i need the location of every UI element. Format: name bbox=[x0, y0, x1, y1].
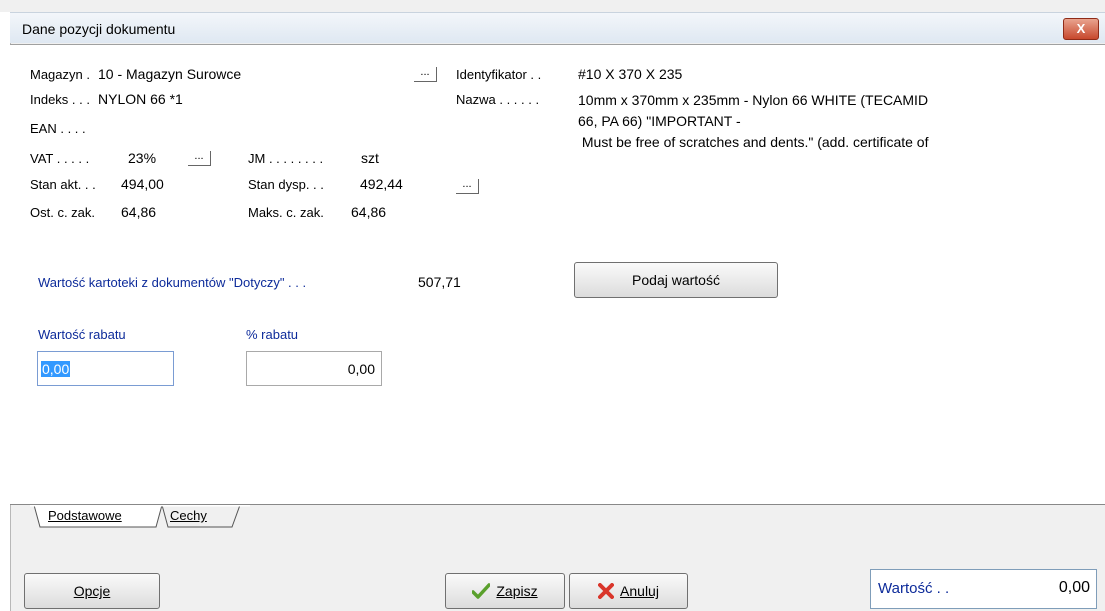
procent-rabatu-input[interactable]: 0,00 bbox=[246, 351, 382, 386]
stan-dysp-browse-button[interactable]: ... bbox=[456, 179, 479, 194]
stan-dysp-label: Stan dysp. . . bbox=[248, 177, 324, 192]
magazyn-value: 10 - Magazyn Surowce bbox=[98, 66, 242, 82]
tab-content-podstawowe: Wartość kartoteki z dokumentów "Dotyczy"… bbox=[10, 241, 1105, 505]
wartosc-rabatu-input[interactable]: 0,00 bbox=[37, 351, 174, 386]
stan-dysp-value: 492,44 bbox=[360, 176, 403, 192]
wartosc-kartoteki-label: Wartość kartoteki z dokumentów "Dotyczy"… bbox=[38, 275, 307, 290]
item-info-panel: Magazyn . 10 - Magazyn Surowce ... Indek… bbox=[10, 44, 1105, 242]
tab-podstawowe-label: Podstawowe bbox=[48, 508, 122, 523]
stan-akt-label: Stan akt. . . bbox=[30, 177, 96, 192]
anuluj-label: Anuluj bbox=[620, 583, 659, 599]
tab-cechy[interactable]: Cechy bbox=[164, 505, 213, 527]
nazwa-line-3: Must be free of scratches and dents." (a… bbox=[578, 134, 929, 150]
ost-cena-label: Ost. c. zak. bbox=[30, 205, 96, 220]
wartosc-rabatu-value: 0,00 bbox=[41, 361, 71, 377]
zapisz-button[interactable]: Zapisz bbox=[445, 573, 565, 609]
nazwa-line-2: 66, PA 66) "IMPORTANT - bbox=[578, 113, 741, 129]
nazwa-value: 10mm x 370mm x 235mm - Nylon 66 WHITE (T… bbox=[578, 90, 1098, 153]
tab-podstawowe[interactable]: Podstawowe bbox=[42, 505, 128, 527]
checkmark-icon bbox=[471, 583, 492, 599]
wartosc-rabatu-label: Wartość rabatu bbox=[38, 327, 126, 342]
zapisz-label: Zapisz bbox=[496, 583, 538, 599]
identyfikator-label: Identyfikator . . bbox=[456, 67, 542, 82]
jm-value: szt bbox=[361, 150, 379, 166]
indeks-value: NYLON 66 *1 bbox=[98, 91, 183, 107]
procent-rabatu-label: % rabatu bbox=[246, 327, 299, 342]
nazwa-label: Nazwa . . . . . . bbox=[456, 92, 540, 107]
maks-cena-value: 64,86 bbox=[351, 204, 387, 220]
tab-cechy-label: Cechy bbox=[170, 508, 207, 523]
vat-label: VAT . . . . . bbox=[30, 151, 90, 166]
ost-cena-value: 64,86 bbox=[121, 204, 157, 220]
anuluj-button[interactable]: Anuluj bbox=[569, 573, 688, 609]
ean-label: EAN . . . . bbox=[30, 121, 86, 136]
magazyn-browse-button[interactable]: ... bbox=[414, 67, 437, 82]
identyfikator-value: #10 X 370 X 235 bbox=[578, 66, 683, 82]
cancel-x-icon bbox=[598, 583, 615, 599]
window-title: Dane pozycji dokumentu bbox=[22, 21, 176, 37]
magazyn-label: Magazyn . bbox=[30, 67, 90, 82]
wartosc-total-value: 0,00 bbox=[1058, 579, 1090, 596]
opcje-label: Opcje bbox=[73, 583, 111, 599]
dialog-window: Dane pozycji dokumentu X Magazyn . 10 - … bbox=[0, 0, 1105, 611]
podaj-wartosc-button[interactable]: Podaj wartość bbox=[574, 262, 778, 298]
stan-akt-value: 494,00 bbox=[121, 176, 164, 192]
indeks-label: Indeks . . . bbox=[30, 92, 90, 107]
maks-cena-label: Maks. c. zak. bbox=[248, 205, 324, 220]
jm-label: JM . . . . . . . . bbox=[248, 151, 324, 166]
opcje-button[interactable]: Opcje bbox=[24, 573, 160, 609]
vat-value: 23% bbox=[128, 150, 157, 166]
vat-browse-button[interactable]: ... bbox=[188, 151, 211, 166]
nazwa-line-1: 10mm x 370mm x 235mm - Nylon 66 WHITE (T… bbox=[578, 92, 929, 108]
wartosc-total-box: Wartość . . 0,00 bbox=[870, 569, 1097, 609]
close-button[interactable]: X bbox=[1063, 18, 1099, 40]
title-bar: Dane pozycji dokumentu X bbox=[10, 12, 1105, 43]
wartosc-kartoteki-value: 507,71 bbox=[418, 274, 461, 290]
wartosc-total-label: Wartość . . bbox=[878, 580, 950, 597]
